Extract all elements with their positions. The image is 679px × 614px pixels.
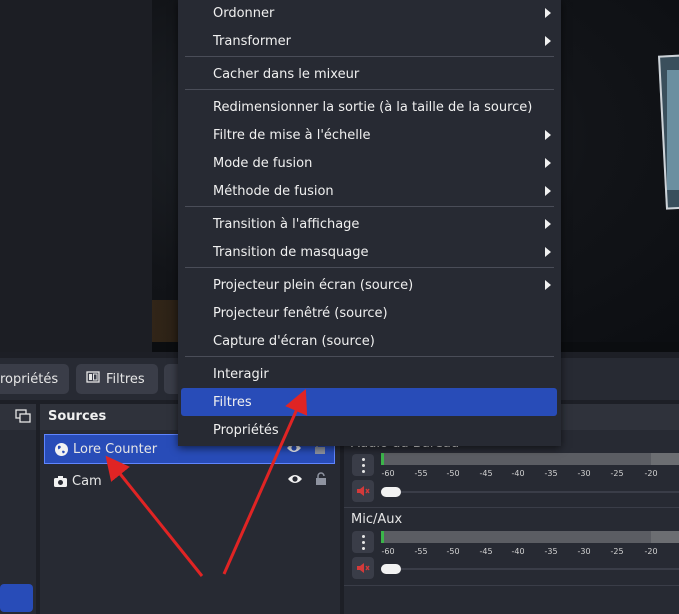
submenu-arrow-icon	[545, 186, 551, 196]
preview-left-margin	[0, 0, 152, 352]
camera-icon	[52, 473, 68, 489]
properties-button-label: ropriétés	[0, 371, 59, 387]
menu-item-methode-de-fusion[interactable]: Méthode de fusion	[181, 177, 557, 205]
source-item-cam[interactable]: Cam	[44, 466, 335, 496]
filters-button[interactable]: Filtres	[76, 364, 158, 394]
scenes-dock	[0, 404, 36, 614]
menu-separator	[185, 267, 554, 268]
menu-separator	[185, 89, 554, 90]
submenu-arrow-icon	[545, 280, 551, 290]
menu-item-ordonner[interactable]: Ordonner	[181, 0, 557, 27]
submenu-arrow-icon	[545, 247, 551, 257]
mixer-channel-name: Mic/Aux	[351, 512, 403, 527]
menu-separator	[185, 206, 554, 207]
mute-speaker-icon[interactable]	[352, 557, 374, 579]
submenu-arrow-icon	[545, 130, 551, 140]
menu-item-projecteur-plein-ecran[interactable]: Projecteur plein écran (source)	[181, 271, 557, 299]
mixer-separator	[344, 507, 679, 508]
source-name: Cam	[72, 473, 102, 489]
menu-item-projecteur-fenetre[interactable]: Projecteur fenêtré (source)	[181, 299, 557, 327]
menu-item-filtre-mise-a-echelle[interactable]: Filtre de mise à l'échelle	[181, 121, 557, 149]
submenu-arrow-icon	[545, 36, 551, 46]
menu-item-capture-ecran[interactable]: Capture d'écran (source)	[181, 327, 557, 355]
menu-item-transformer[interactable]: Transformer	[181, 27, 557, 55]
menu-item-transition-affichage[interactable]: Transition à l'affichage	[181, 210, 557, 238]
menu-item-filtres[interactable]: Filtres	[181, 388, 557, 416]
menu-item-mode-de-fusion[interactable]: Mode de fusion	[181, 149, 557, 177]
visibility-eye-icon[interactable]	[287, 473, 303, 489]
menu-separator	[185, 356, 554, 357]
meter-ticks: -60 -55 -50 -45 -40 -35 -30 -25 -20	[381, 547, 658, 556]
submenu-arrow-icon	[545, 8, 551, 18]
menu-item-interagir[interactable]: Interagir	[181, 360, 557, 388]
submenu-arrow-icon	[545, 219, 551, 229]
browser-globe-icon	[53, 441, 69, 457]
properties-button[interactable]: ropriétés	[0, 364, 69, 394]
source-name: Lore Counter	[73, 441, 158, 457]
menu-separator	[185, 56, 554, 57]
card-object-inner	[667, 70, 679, 190]
volume-meter	[381, 531, 679, 543]
submenu-arrow-icon	[545, 158, 551, 168]
menu-item-redimensionner-la-sortie[interactable]: Redimensionner la sortie (à la taille de…	[181, 93, 557, 121]
volume-fader[interactable]	[381, 564, 679, 574]
filters-icon	[86, 370, 100, 388]
filters-button-label: Filtres	[106, 371, 145, 387]
volume-fader[interactable]	[381, 487, 679, 497]
volume-meter	[381, 453, 679, 465]
scene-item-selected[interactable]	[0, 584, 33, 612]
mute-speaker-icon[interactable]	[352, 480, 374, 502]
lock-icon[interactable]	[315, 472, 327, 490]
more-options-icon[interactable]	[352, 531, 374, 553]
undock-icon[interactable]	[15, 409, 31, 426]
more-options-icon[interactable]	[352, 454, 374, 476]
menu-item-transition-masquage[interactable]: Transition de masquage	[181, 238, 557, 266]
sources-title: Sources	[48, 409, 107, 424]
meter-ticks: -60 -55 -50 -45 -40 -35 -30 -25 -20	[381, 469, 658, 478]
menu-item-proprietes[interactable]: Propriétés	[181, 416, 557, 444]
menu-item-cacher-dans-le-mixeur[interactable]: Cacher dans le mixeur	[181, 60, 557, 88]
mixer-separator	[344, 585, 679, 586]
